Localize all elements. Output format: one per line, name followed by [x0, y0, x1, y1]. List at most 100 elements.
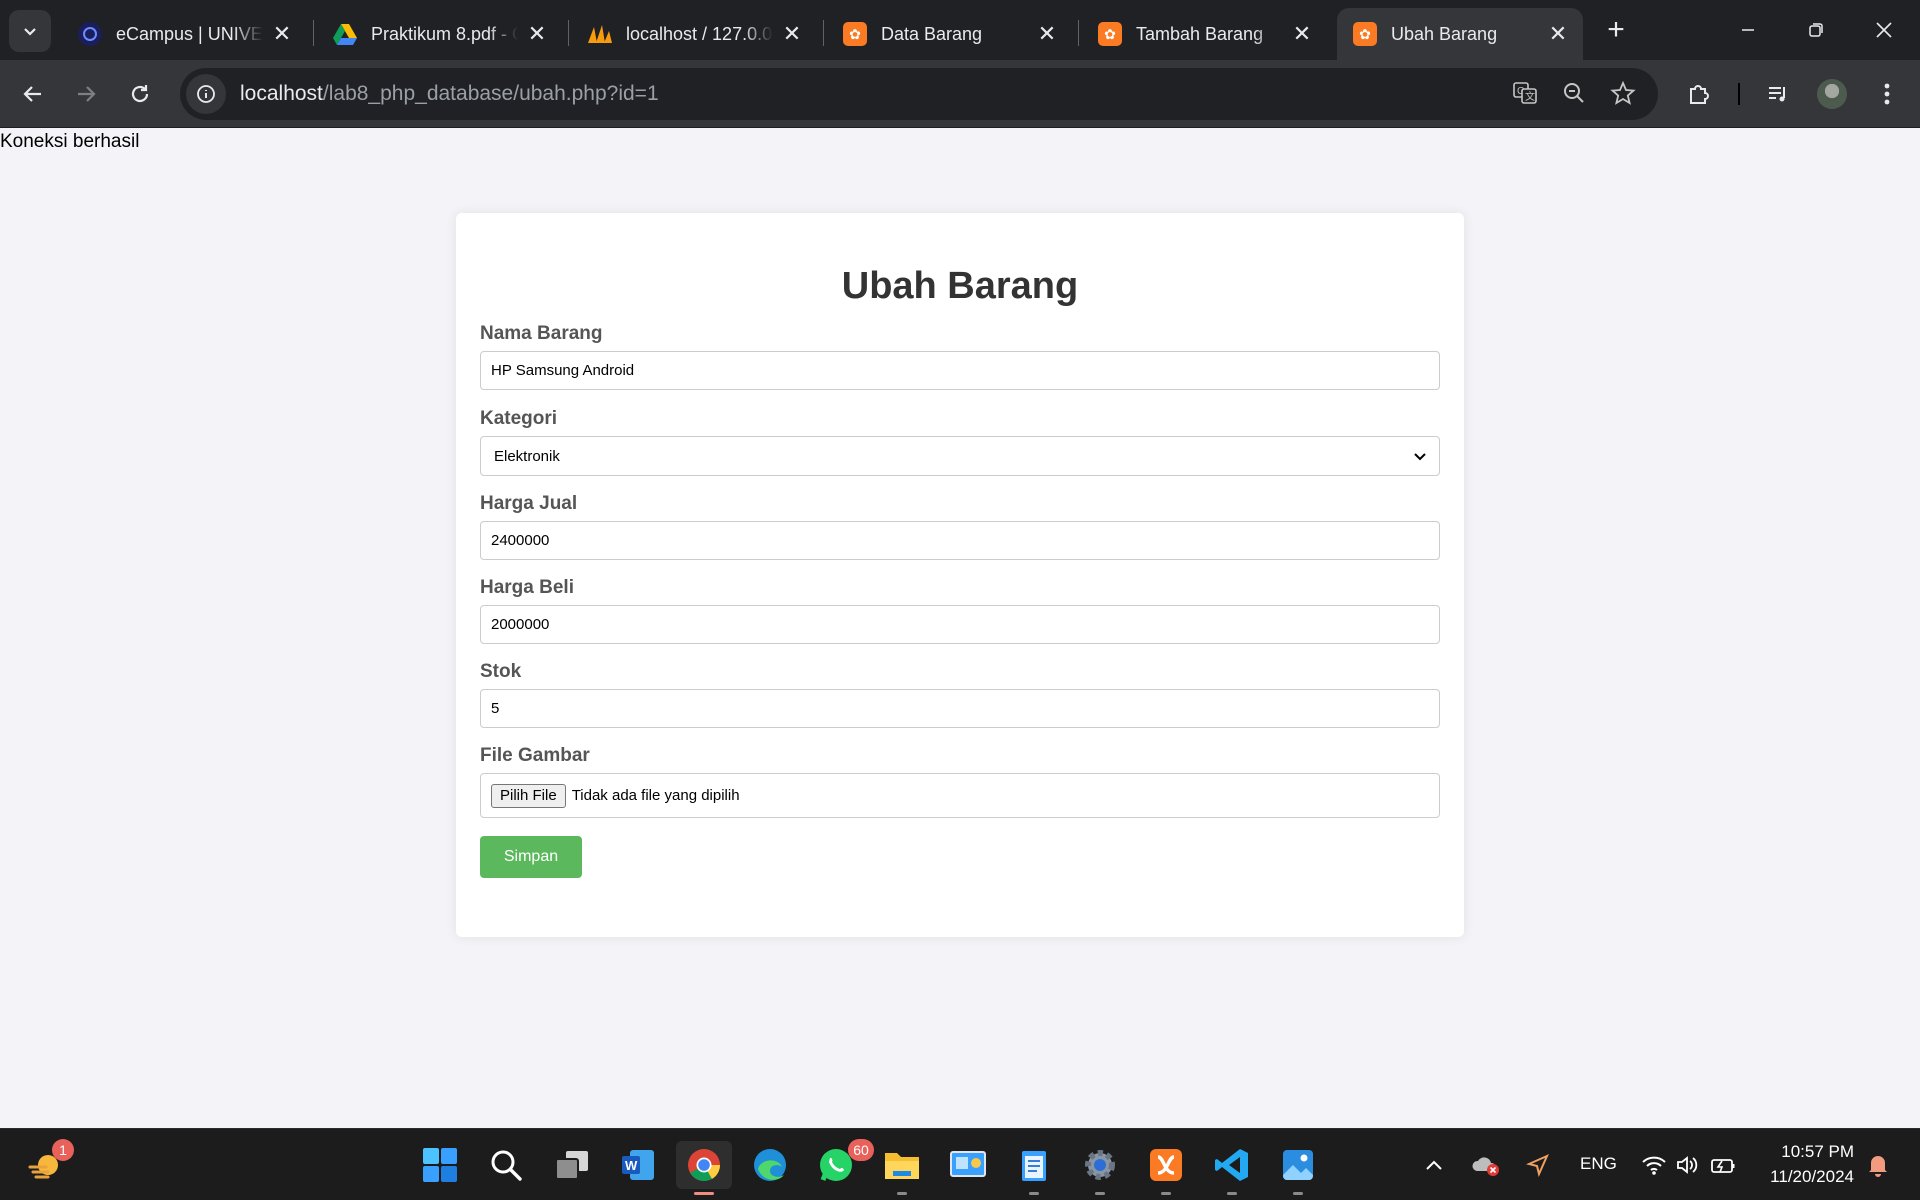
info-icon [197, 85, 215, 103]
stok-label: Stok [480, 661, 522, 682]
tab-tambah-barang[interactable]: ✿ Tambah Barang ✕ [1082, 8, 1327, 60]
search-icon [491, 1150, 522, 1181]
close-tab-icon[interactable]: ✕ [781, 23, 803, 45]
close-window-button[interactable] [1850, 0, 1918, 60]
harga-jual-label: Harga Jual [480, 493, 578, 514]
tab-praktikum-pdf[interactable]: Praktikum 8.pdf - Google Drive ✕ [317, 8, 562, 60]
ecampus-icon [78, 22, 102, 46]
battery-status[interactable] [1706, 1141, 1740, 1189]
close-tab-icon[interactable]: ✕ [1291, 23, 1313, 45]
svg-text:W: W [625, 1158, 638, 1173]
edit-form-card: Ubah Barang Nama Barang HP Samsung Andro… [456, 213, 1464, 937]
network-status[interactable] [1636, 1141, 1672, 1189]
photos-app[interactable] [1274, 1141, 1322, 1195]
running-indicator [1029, 1192, 1039, 1195]
battery-charging-icon [1711, 1159, 1735, 1173]
running-indicator [1095, 1192, 1105, 1195]
show-hidden-icons-button[interactable] [1418, 1141, 1450, 1189]
extensions-button[interactable] [1679, 74, 1719, 114]
control-panel-app[interactable] [944, 1141, 992, 1189]
minimize-button[interactable] [1714, 0, 1782, 60]
forward-button[interactable] [66, 74, 106, 114]
translate-icon[interactable]: G文 [1512, 80, 1538, 111]
language-indicator[interactable]: ENG [1580, 1154, 1617, 1174]
clock-time[interactable]: 10:57 PM [1762, 1142, 1854, 1162]
kategori-select[interactable]: Elektronik [480, 436, 1440, 476]
site-info-button[interactable] [186, 74, 226, 114]
menu-button[interactable] [1867, 74, 1907, 114]
harga-jual-input[interactable]: 2400000 [480, 521, 1440, 560]
speaker-icon [1677, 1156, 1698, 1174]
running-indicator [1161, 1192, 1171, 1195]
browser-tab-bar: eCampus | UNIVERSITAS ✕ Praktikum 8.pdf … [0, 0, 1920, 60]
chevron-down-icon [1414, 453, 1426, 461]
xampp-app[interactable] [1142, 1141, 1190, 1195]
widgets-button[interactable]: 1 [22, 1139, 74, 1189]
harga-beli-label: Harga Beli [480, 577, 574, 598]
folder-icon [885, 1153, 919, 1179]
choose-file-button[interactable]: Pilih File [491, 783, 566, 808]
media-controls-button[interactable] [1758, 74, 1798, 114]
field-file-gambar: File Gambar Pilih File Tidak ada file ya… [480, 745, 1440, 818]
close-tab-icon[interactable]: ✕ [271, 23, 293, 45]
arrow-right-icon [78, 86, 96, 102]
url-host: localhost [240, 82, 323, 105]
tab-data-barang[interactable]: ✿ Data Barang ✕ [827, 8, 1072, 60]
tab-title: Ubah Barang [1391, 23, 1498, 44]
file-gambar-label: File Gambar [480, 745, 590, 766]
word-app[interactable]: W [614, 1141, 662, 1189]
reload-button[interactable] [120, 74, 160, 114]
tab-ecampus[interactable]: eCampus | UNIVERSITAS ✕ [62, 8, 307, 60]
close-tab-icon[interactable]: ✕ [1547, 23, 1569, 45]
location-arrow-icon [1526, 1154, 1549, 1177]
more-vert-icon [1884, 83, 1890, 105]
file-explorer-app[interactable] [878, 1141, 926, 1195]
settings-app[interactable] [1076, 1141, 1124, 1195]
tab-separator [1078, 20, 1079, 46]
tab-search-button[interactable] [9, 10, 51, 52]
nama-barang-input[interactable]: HP Samsung Android [480, 351, 1440, 390]
edge-app[interactable] [746, 1141, 794, 1189]
arrow-left-icon [23, 86, 41, 102]
task-view-icon [555, 1151, 588, 1180]
tab-phpmyadmin[interactable]: localhost / 127.0.0.1 ✕ [572, 8, 817, 60]
chevron-up-icon [1426, 1160, 1442, 1170]
notifications-button[interactable] [1862, 1141, 1894, 1189]
control-panel-icon [950, 1151, 986, 1177]
browser-toolbar: localhost/lab8_php_database/ubah.php?id=… [0, 60, 1920, 128]
chrome-app[interactable] [676, 1141, 732, 1195]
url-text[interactable]: localhost/lab8_php_database/ubah.php?id=… [240, 82, 659, 106]
save-button[interactable]: Simpan [480, 836, 582, 878]
new-tab-button[interactable]: + [1598, 13, 1634, 49]
close-icon [1876, 22, 1892, 38]
notepad-icon [1022, 1151, 1046, 1181]
stok-input[interactable]: 5 [480, 689, 1440, 728]
zoom-icon[interactable] [1562, 81, 1586, 110]
close-tab-icon[interactable]: ✕ [526, 23, 548, 45]
clock-date[interactable]: 11/20/2024 [1752, 1167, 1854, 1187]
search-button[interactable] [482, 1141, 530, 1189]
bookmark-star-icon[interactable] [1610, 80, 1636, 111]
toolbar-divider [1738, 83, 1740, 105]
task-view-button[interactable] [548, 1141, 596, 1189]
volume-status[interactable] [1670, 1141, 1704, 1189]
notepad-app[interactable] [1010, 1141, 1058, 1195]
field-stok: Stok 5 [480, 661, 1440, 728]
whatsapp-app[interactable]: 60 [812, 1139, 874, 1189]
restore-button[interactable] [1782, 0, 1850, 60]
back-button[interactable] [13, 74, 53, 114]
file-gambar-input: Pilih File Tidak ada file yang dipilih [480, 773, 1440, 818]
tab-title: Tambah Barang [1136, 23, 1264, 44]
harga-beli-input[interactable]: 2000000 [480, 605, 1440, 644]
profile-button[interactable] [1812, 74, 1852, 114]
close-tab-icon[interactable]: ✕ [1036, 23, 1058, 45]
tab-ubah-barang[interactable]: ✿ Ubah Barang ✕ [1337, 8, 1583, 60]
page-viewport: Koneksi berhasil Ubah Barang Nama Barang… [0, 129, 1920, 1128]
vscode-icon [1215, 1149, 1248, 1181]
start-button[interactable] [416, 1141, 464, 1189]
location-status[interactable] [1520, 1141, 1556, 1189]
address-bar[interactable]: localhost/lab8_php_database/ubah.php?id=… [180, 68, 1658, 120]
vscode-app[interactable] [1208, 1141, 1256, 1195]
chevron-down-icon [24, 28, 36, 36]
onedrive-status[interactable] [1468, 1141, 1504, 1189]
